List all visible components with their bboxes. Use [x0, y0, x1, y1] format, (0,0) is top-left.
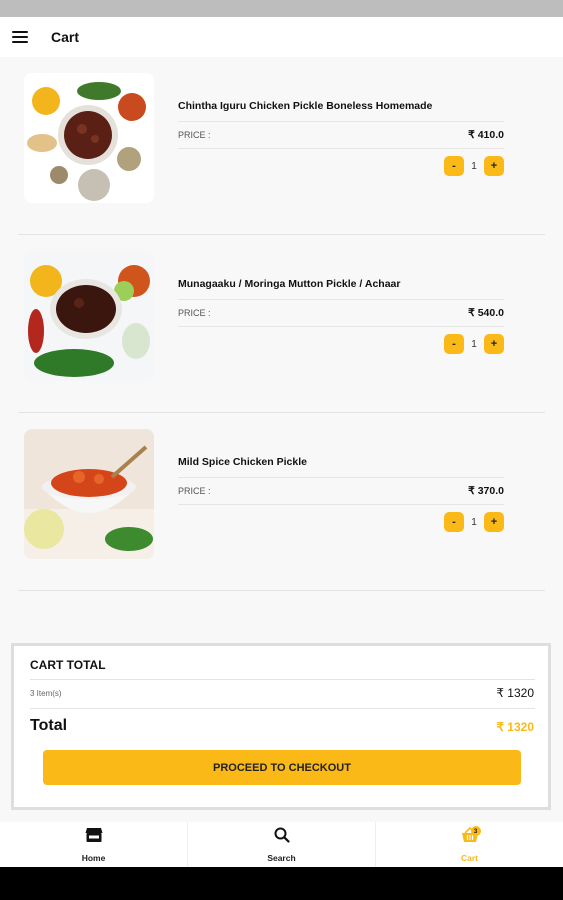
nav-search[interactable]: Search: [187, 822, 375, 867]
nav-home[interactable]: Home: [0, 822, 187, 867]
price-label: PRICE :: [178, 130, 211, 140]
quantity-value: 1: [471, 338, 477, 350]
price-row: PRICE : ₹ 540.0: [178, 299, 504, 327]
decrease-quantity-button[interactable]: -: [444, 512, 464, 532]
nav-label: Home: [81, 852, 106, 863]
quantity-stepper: - 1 +: [444, 334, 504, 354]
total-amount: ₹ 1320: [496, 720, 534, 734]
cart-item: Mild Spice Chicken Pickle PRICE : ₹ 370.…: [18, 413, 545, 591]
nav-label: Cart: [460, 852, 478, 863]
cart-count-badge: 3: [470, 826, 481, 836]
price-value: ₹ 540.0: [468, 307, 504, 319]
page-title: Cart: [51, 29, 80, 45]
items-count: 3 Item(s): [30, 689, 62, 698]
system-nav-bar: [0, 867, 563, 900]
status-bar: [0, 0, 563, 17]
search-icon: [274, 827, 290, 848]
nav-cart[interactable]: 3 Cart: [375, 822, 563, 867]
bottom-nav: Home Search 3 Cart: [0, 822, 563, 867]
decrease-quantity-button[interactable]: -: [444, 156, 464, 176]
quantity-value: 1: [471, 516, 477, 528]
cart-total-title: CART TOTAL: [30, 658, 106, 672]
price-value: ₹ 410.0: [468, 129, 504, 141]
proceed-to-checkout-button[interactable]: PROCEED TO CHECKOUT: [43, 750, 521, 785]
cart-item: Chintha Iguru Chicken Pickle Boneless Ho…: [18, 57, 545, 235]
product-image[interactable]: [24, 251, 154, 381]
product-name[interactable]: Mild Spice Chicken Pickle: [178, 456, 307, 468]
hamburger-menu-icon[interactable]: [12, 31, 28, 43]
nav-label: Search: [267, 852, 296, 863]
price-label: PRICE :: [178, 308, 211, 318]
product-image[interactable]: [24, 73, 154, 203]
price-value: ₹ 370.0: [468, 485, 504, 497]
product-name[interactable]: Chintha Iguru Chicken Pickle Boneless Ho…: [178, 100, 432, 112]
decrease-quantity-button[interactable]: -: [444, 334, 464, 354]
total-label: Total: [30, 717, 68, 734]
app-bar: Cart: [0, 17, 563, 57]
price-row: PRICE : ₹ 370.0: [178, 477, 504, 505]
cart-item: Munagaaku / Moringa Mutton Pickle / Acha…: [18, 235, 545, 413]
store-icon: [85, 827, 103, 848]
divider: [30, 679, 535, 680]
price-row: PRICE : ₹ 410.0: [178, 121, 504, 149]
quantity-stepper: - 1 +: [444, 156, 504, 176]
cart-total-card: CART TOTAL 3 Item(s) ₹ 1320 Total ₹ 1320…: [11, 643, 551, 810]
increase-quantity-button[interactable]: +: [484, 512, 504, 532]
increase-quantity-button[interactable]: +: [484, 156, 504, 176]
quantity-stepper: - 1 +: [444, 512, 504, 532]
increase-quantity-button[interactable]: +: [484, 334, 504, 354]
price-label: PRICE :: [178, 486, 211, 496]
quantity-value: 1: [471, 160, 477, 172]
cart-list: Chintha Iguru Chicken Pickle Boneless Ho…: [18, 57, 545, 591]
product-image[interactable]: [24, 429, 154, 559]
divider: [30, 708, 535, 709]
product-name[interactable]: Munagaaku / Moringa Mutton Pickle / Acha…: [178, 278, 400, 290]
items-amount: ₹ 1320: [496, 686, 534, 700]
